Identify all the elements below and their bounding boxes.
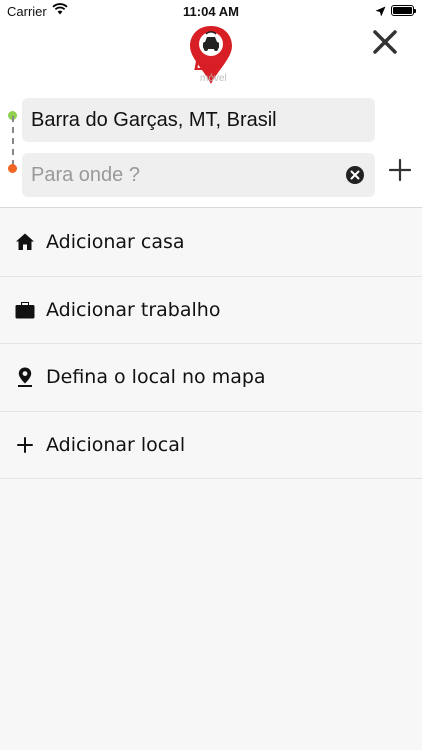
list-item-label: Adicionar casa [46, 231, 185, 253]
logo-subtext: móvel [200, 73, 227, 84]
logo-text: BG [194, 54, 223, 75]
status-bar: Carrier 11:04 AM [0, 0, 422, 22]
origin-value: Barra do Garças, MT, Brasil [31, 109, 277, 131]
destination-input[interactable] [22, 153, 375, 197]
map-pin-icon [14, 366, 36, 388]
list-item-label: Defina o local no mapa [46, 366, 266, 388]
shortcut-list: Adicionar casa Adicionar trabalho Defina… [0, 209, 422, 479]
app-logo: BG móvel [186, 24, 236, 88]
destination-field[interactable] [22, 153, 375, 197]
route-connector [12, 116, 14, 166]
list-item-set-on-map[interactable]: Defina o local no mapa [0, 344, 422, 412]
home-icon [14, 231, 36, 253]
add-stop-button[interactable] [387, 157, 413, 183]
destination-marker [8, 164, 17, 173]
close-button[interactable] [370, 28, 400, 56]
list-item-label: Adicionar trabalho [46, 298, 221, 321]
location-arrow-icon [375, 5, 386, 20]
close-icon [373, 30, 397, 54]
clear-circle-icon [346, 166, 364, 184]
list-item-add-place[interactable]: Adicionar local [0, 411, 422, 479]
header: Carrier 11:04 AM BG móvel Barra do Garça… [0, 0, 422, 208]
briefcase-icon [14, 299, 36, 321]
status-time: 11:04 AM [183, 4, 239, 19]
list-item-add-home[interactable]: Adicionar casa [0, 209, 422, 277]
list-item-add-work[interactable]: Adicionar trabalho [0, 276, 422, 344]
battery-icon [391, 5, 416, 16]
plus-icon [14, 434, 36, 456]
clear-destination-button[interactable] [345, 165, 365, 185]
list-item-label: Adicionar local [46, 433, 186, 456]
origin-field[interactable]: Barra do Garças, MT, Brasil [22, 98, 375, 142]
plus-icon [388, 158, 412, 182]
battery-level [393, 7, 412, 14]
